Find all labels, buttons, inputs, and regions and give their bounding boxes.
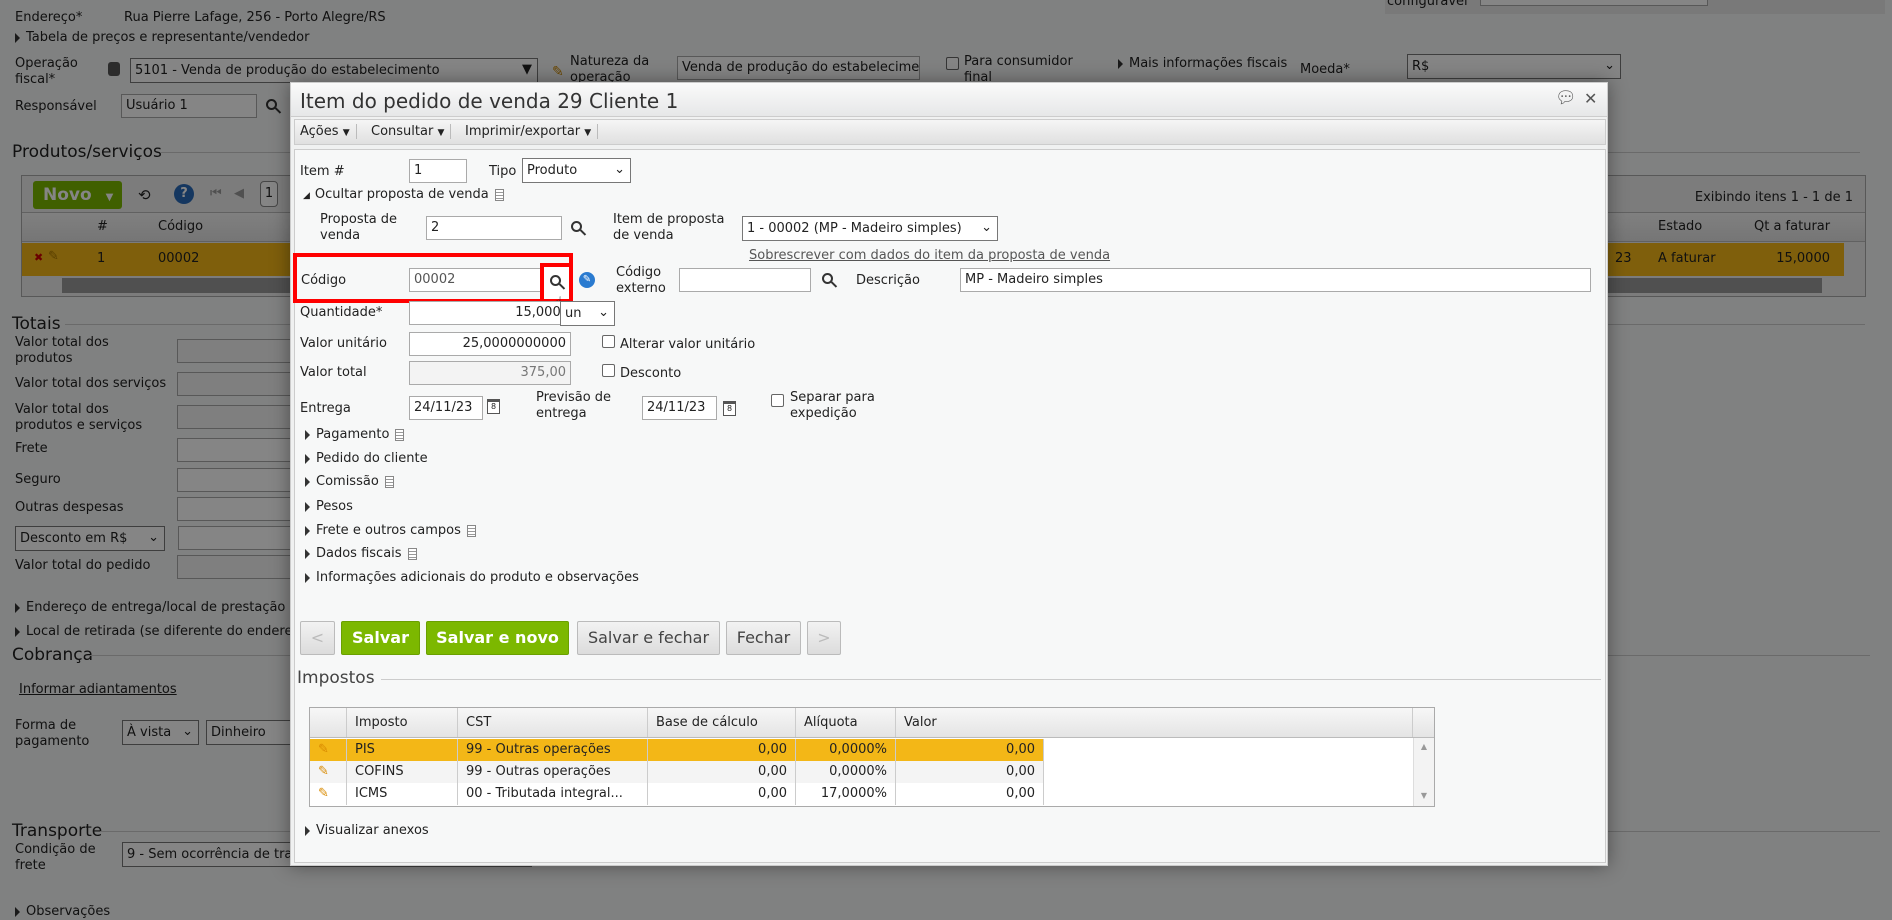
valor-unitario-input[interactable]: 25,0000000000 [409,332,571,356]
desconto-label: Desconto [620,366,682,381]
imposto-row[interactable]: ✎ ICMS 00 - Tributada integral... 0,00 17,00… [310,783,1414,805]
section-pagamento[interactable]: Pagamento [305,427,405,442]
col-imposto[interactable]: Imposto [347,708,458,737]
cell-cst: 99 - Outras operações [458,761,648,783]
section-pesos[interactable]: Pesos [305,499,353,514]
dialog-toolbar: Ações ▼ Consultar ▼ Imprimir/exportar ▼ [294,119,1606,145]
cell-aliquota: 0,0000% [796,761,896,783]
section-dados-fiscais[interactable]: Dados fiscais [305,546,417,561]
desconto-checkbox[interactable] [602,364,615,377]
item-label: Item # [300,164,345,179]
quantidade-input[interactable]: 15,0000 [409,301,574,325]
separar-label: Separar para expedição [790,390,875,421]
cell-base: 0,00 [648,783,796,805]
previous-button[interactable]: < [300,621,335,655]
edit-icon[interactable]: ✎ [310,739,347,761]
col-cst[interactable]: CST [458,708,648,737]
valor-unitario-label: Valor unitário [300,336,387,351]
codigo-input[interactable]: 00002 [409,268,542,292]
col-valor[interactable]: Valor [896,708,1413,737]
cell-base: 0,00 [648,739,796,761]
salvar-button[interactable]: Salvar [341,621,420,655]
quantidade-label: Quantidade* [300,305,383,320]
previsao-input[interactable]: 24/11/23 [642,396,717,420]
calendar-icon[interactable]: 8 [487,399,500,414]
cell-valor: 0,00 [896,761,1044,783]
codigo-label: Código [301,273,347,288]
consultar-menu[interactable]: Consultar ▼ [371,124,452,139]
search-icon[interactable] [571,221,582,236]
impostos-title: Impostos [297,668,375,688]
document-icon [494,188,504,201]
separar-checkbox[interactable] [771,394,784,407]
edit-icon[interactable]: ✎ [310,761,347,783]
col-aliquota[interactable]: Alíquota [796,708,896,737]
unidade-select[interactable]: un ⌄ [560,301,615,326]
item-dialog: Item do pedido de venda 29 Cliente 1 💬︎ … [290,82,1608,866]
salvar-e-fechar-button[interactable]: Salvar e fechar [577,621,720,655]
impostos-table: Imposto CST Base de cálculo Alíquota Val… [309,707,1435,807]
acoes-menu[interactable]: Ações ▼ [300,124,357,139]
cell-cst: 00 - Tributada integral... [458,783,648,805]
descricao-input[interactable]: MP - Madeiro simples [960,268,1591,292]
ocultar-proposta-toggle[interactable]: ◢ Ocultar proposta de venda [303,187,504,204]
alterar-valor-checkbox[interactable] [602,335,615,348]
valor-total-input: 375,00 [409,361,571,385]
proposta-label: Proposta de venda [320,212,398,243]
next-button[interactable]: > [807,621,841,655]
cell-base: 0,00 [648,761,796,783]
tipo-label: Tipo [489,164,517,179]
fechar-button[interactable]: Fechar [726,621,801,655]
item-proposta-select[interactable]: 1 - 00002 (MP - Madeiro simples) ⌄ [742,216,998,241]
codigo-externo-input[interactable] [679,268,811,292]
close-icon[interactable]: ✕ [1584,89,1597,108]
calendar-icon[interactable]: 8 [723,401,736,416]
cell-cst: 99 - Outras operações [458,739,648,761]
cell-imposto: COFINS [347,761,458,783]
alterar-valor-label: Alterar valor unitário [620,337,756,352]
section-info-adicionais[interactable]: Informações adicionais do produto e obse… [305,570,639,585]
cell-aliquota: 17,0000% [796,783,896,805]
cell-aliquota: 0,0000% [796,739,896,761]
cell-imposto: PIS [347,739,458,761]
item-proposta-label: Item de proposta de venda [613,212,725,243]
previsao-label: Previsão de entrega [536,390,612,421]
visualizar-anexos-toggle[interactable]: Visualizar anexos [305,823,429,838]
cell-valor: 0,00 [896,739,1044,761]
item-input[interactable]: 1 [409,159,467,183]
entrega-label: Entrega [300,401,351,416]
dialog-title: Item do pedido de venda 29 Cliente 1 [300,89,679,113]
edit-icon[interactable]: ✎ [310,783,347,805]
section-frete[interactable]: Frete e outros campos [305,523,476,538]
imposto-row[interactable]: ✎ COFINS 99 - Outras operações 0,00 0,0000% 0… [310,761,1414,783]
descricao-label: Descrição [856,273,920,288]
section-comissao[interactable]: Comissão [305,474,394,489]
search-icon[interactable] [822,273,833,288]
search-icon [550,275,561,286]
entrega-input[interactable]: 24/11/23 [409,396,483,420]
sobrescrever-link[interactable]: Sobrescrever com dados do item da propos… [749,248,1110,264]
valor-total-label: Valor total [300,365,367,380]
cell-imposto: ICMS [347,783,458,805]
dialog-titlebar: Item do pedido de venda 29 Cliente 1 💬︎ … [291,83,1607,117]
salvar-e-novo-button[interactable]: Salvar e novo [426,621,569,655]
col-base[interactable]: Base de cálculo [648,708,796,737]
chat-icon[interactable]: 💬︎ [1555,88,1577,108]
table-scrollbar[interactable]: ▲ ▼ [1413,738,1434,806]
cell-valor: 0,00 [896,783,1044,805]
codigo-externo-label: Código externo [616,265,666,296]
section-pedido-cliente[interactable]: Pedido do cliente [305,451,428,466]
imposto-row[interactable]: ✎ PIS 99 - Outras operações 0,00 0,0000% 0,00 [310,739,1414,761]
imprimir-exportar-menu[interactable]: Imprimir/exportar ▼ [465,124,599,139]
tipo-select[interactable]: Produto ⌄ [522,158,631,183]
product-lookup-icon[interactable]: ✎ [579,272,595,288]
proposta-input[interactable]: 2 [426,216,562,240]
